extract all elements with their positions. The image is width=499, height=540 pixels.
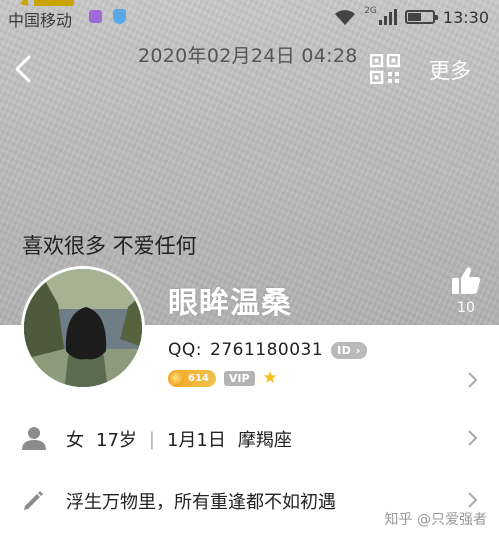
carrier-name: 中国移动 bbox=[8, 11, 73, 30]
clock: 13:30 bbox=[442, 7, 489, 27]
chevron-right-icon bbox=[468, 430, 478, 446]
wifi-icon bbox=[335, 10, 356, 25]
badge-row[interactable]: 614 VIP ★ bbox=[168, 370, 278, 387]
battery-level bbox=[407, 13, 421, 21]
level-badge: 614 bbox=[168, 370, 216, 387]
like-count: 10 bbox=[457, 300, 475, 316]
basic-info-text: 女 17岁 | 1月1日 摩羯座 bbox=[66, 426, 304, 452]
chevron-right-icon bbox=[468, 492, 478, 508]
sun-icon bbox=[170, 371, 184, 386]
signal-icon bbox=[378, 9, 397, 25]
qq-number-row[interactable]: QQ: 2761180031 ID › bbox=[168, 340, 367, 360]
star-icon: ★ bbox=[262, 368, 278, 388]
birthday: 1月1日 bbox=[166, 430, 226, 451]
thumbs-up-icon bbox=[452, 267, 481, 294]
pencil-icon bbox=[24, 491, 43, 510]
avatar[interactable] bbox=[21, 266, 145, 390]
watermark: 知乎 @只爱强者 bbox=[384, 512, 487, 528]
post-date: 2020年02月24日 04:28 bbox=[138, 45, 358, 67]
level-number: 614 bbox=[188, 373, 209, 384]
back-button[interactable] bbox=[12, 54, 36, 84]
like-button[interactable] bbox=[448, 266, 484, 296]
status-bar: 中国移动 2G 13:30 bbox=[0, 0, 499, 34]
chevron-left-icon bbox=[15, 55, 31, 83]
battery-icon bbox=[404, 10, 438, 24]
status-right-group: 2G 13:30 bbox=[334, 6, 489, 28]
person-icon bbox=[22, 427, 46, 450]
basic-info-row[interactable]: 女 17岁 | 1月1日 摩羯座 bbox=[0, 413, 499, 463]
more-button[interactable]: 更多 bbox=[429, 55, 471, 85]
profile-signature: 喜欢很多 不爱任何 bbox=[22, 234, 197, 258]
qq-number: 2761180031 bbox=[210, 340, 324, 360]
network-type: 2G bbox=[364, 6, 377, 16]
nickname: 眼眸温桑 bbox=[168, 286, 292, 321]
age: 17岁 bbox=[96, 430, 137, 451]
qr-code-button[interactable] bbox=[369, 53, 401, 85]
vip-badge: VIP bbox=[223, 371, 255, 386]
id-badge-label: ID bbox=[337, 343, 352, 357]
qq-label: QQ: bbox=[168, 340, 202, 360]
id-badge: ID › bbox=[331, 341, 367, 359]
gender: 女 bbox=[66, 430, 84, 451]
separator: | bbox=[148, 428, 155, 450]
chevron-right-icon[interactable] bbox=[466, 370, 480, 390]
notification-app-icon bbox=[89, 10, 102, 23]
qr-code-icon bbox=[369, 53, 401, 85]
shield-icon bbox=[113, 9, 126, 24]
zodiac: 摩羯座 bbox=[237, 430, 292, 451]
personal-description: 浮生万物里，所有重逢都不如初遇 bbox=[66, 492, 336, 513]
